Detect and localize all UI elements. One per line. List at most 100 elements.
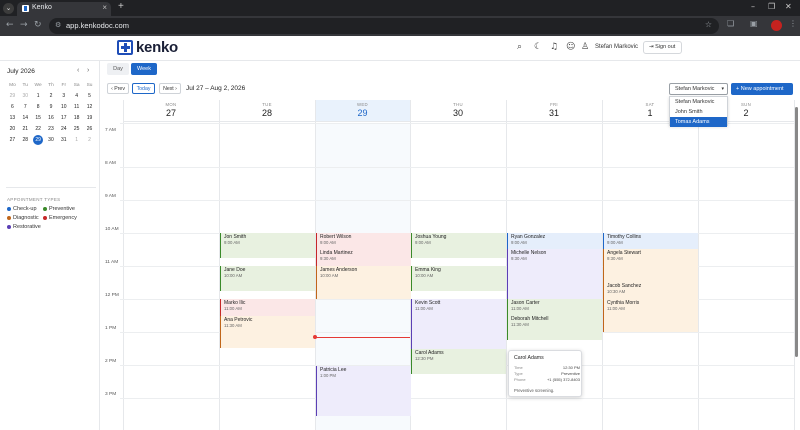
reload-icon[interactable]: ↻ [34, 20, 42, 30]
appointment-card[interactable]: Ana Petrovic 11:30 AM [220, 316, 315, 348]
mini-day[interactable]: 7 [19, 101, 32, 112]
today-button[interactable]: Today [132, 83, 155, 94]
bookmark-star-icon[interactable]: ☆ [705, 20, 712, 29]
day-header-wed[interactable]: WED 29 [315, 100, 410, 122]
vertical-scrollbar[interactable] [795, 107, 798, 357]
mini-day[interactable]: 5 [83, 90, 96, 101]
appointment-card[interactable]: Cynthia Morris 11:00 AM [603, 299, 698, 332]
appointment-card[interactable]: Linda Martinez 9:30 AM [316, 249, 411, 266]
doctor-select[interactable]: Stefan Markovic ▾ [669, 83, 728, 95]
users-icon[interactable]: ☺ [566, 42, 575, 52]
tab-close-icon[interactable]: × [102, 3, 107, 12]
appointment-card[interactable]: Patricia Lee 1:00 PM [316, 366, 411, 416]
type-legend-preventive: Preventive [43, 206, 75, 212]
appointment-card[interactable]: Kevin Scott 11:00 AM [411, 299, 506, 349]
user-name: Stefan Markovic [595, 44, 639, 50]
back-icon[interactable]: ← [6, 20, 14, 30]
mini-day-selected[interactable]: 29 [32, 134, 45, 145]
notifications-bell-icon[interactable]: ♫ [550, 42, 558, 52]
mini-day[interactable]: 25 [70, 123, 83, 134]
new-tab-icon[interactable]: + [118, 1, 124, 12]
week-view-button[interactable]: Week [131, 63, 157, 75]
day-view-button[interactable]: Day [107, 63, 129, 75]
appointment-card[interactable]: Ryan Gonzalez 9:00 AM [507, 233, 602, 249]
sign-out-button[interactable]: ⇥ Sign out [643, 41, 682, 54]
mini-day[interactable]: 18 [70, 112, 83, 123]
mini-day[interactable]: 2 [45, 90, 58, 101]
mini-day[interactable]: 22 [32, 123, 45, 134]
mini-day[interactable]: 31 [57, 134, 70, 145]
minimize-icon[interactable]: – [751, 2, 755, 11]
browser-tab[interactable]: Kenko × [17, 2, 111, 16]
mini-day[interactable]: 27 [6, 134, 19, 145]
mini-day[interactable]: 20 [6, 123, 19, 134]
prev-week-button[interactable]: ‹ Prev [107, 83, 129, 94]
mini-day[interactable]: 21 [19, 123, 32, 134]
doctor-option[interactable]: John Smith [670, 107, 727, 117]
search-icon[interactable]: ⌕ [517, 42, 522, 52]
mini-day[interactable]: 15 [32, 112, 45, 123]
tab-search-icon[interactable]: ⌄ [3, 3, 14, 14]
favicon-icon [22, 5, 29, 12]
dark-mode-icon[interactable]: ☾ [534, 42, 542, 52]
mini-day[interactable]: 12 [83, 101, 96, 112]
mini-calendar-prev-icon[interactable]: ‹ [77, 67, 79, 74]
mini-day[interactable]: 3 [57, 90, 70, 101]
window-close-icon[interactable]: ✕ [785, 2, 792, 11]
mini-calendar-next-icon[interactable]: › [87, 67, 89, 74]
day-header-thu[interactable]: THU 30 [410, 100, 506, 122]
profile-avatar[interactable] [771, 20, 782, 31]
appointment-card[interactable]: Joshua Young 9:00 AM [411, 233, 506, 258]
browser-menu-icon[interactable]: ⋮ [789, 19, 797, 28]
appointment-card[interactable]: Timothy Collins 9:00 AM [603, 233, 698, 249]
extensions-icon[interactable]: ❏ [727, 19, 734, 28]
mini-day[interactable]: 29 [6, 90, 19, 101]
mini-day[interactable]: 30 [19, 90, 32, 101]
next-week-button[interactable]: Next › [159, 83, 181, 94]
day-header-mon[interactable]: MON 27 [123, 100, 219, 122]
appointment-card[interactable]: Jacob Sanchez 10:30 AM [603, 282, 698, 299]
mini-day[interactable]: 30 [45, 134, 58, 145]
week-grid[interactable]: 7 AM 8 AM 9 AM 10 AM 11 AM 12 PM 1 PM 2 … [100, 100, 800, 430]
appointment-card[interactable]: Robert Wilson 9:00 AM [316, 233, 411, 249]
mini-day[interactable]: 16 [45, 112, 58, 123]
side-panel-icon[interactable]: ▣ [750, 19, 758, 28]
mini-day[interactable]: 23 [45, 123, 58, 134]
mini-day[interactable]: 1 [70, 134, 83, 145]
doctor-option-highlighted[interactable]: Tomas Adams [670, 117, 727, 127]
mini-day[interactable]: 26 [83, 123, 96, 134]
appointment-card[interactable]: Deborah Mitchell 11:30 AM [507, 315, 602, 340]
mini-day[interactable]: 13 [6, 112, 19, 123]
mini-day[interactable]: 11 [70, 101, 83, 112]
appointment-card[interactable]: Emma King 10:00 AM [411, 266, 506, 291]
mini-day[interactable]: 17 [57, 112, 70, 123]
mini-day[interactable]: 14 [19, 112, 32, 123]
mini-day[interactable]: 6 [6, 101, 19, 112]
mini-day[interactable]: 19 [83, 112, 96, 123]
site-info-icon[interactable]: ⚙ [55, 21, 61, 29]
doctor-option[interactable]: Stefan Markovic [670, 97, 727, 107]
day-header-tue[interactable]: TUE 28 [219, 100, 315, 122]
mini-day[interactable]: 24 [57, 123, 70, 134]
appointment-card[interactable]: Marko Ilic 11:00 AM [220, 299, 315, 316]
day-header-fri[interactable]: FRI 31 [506, 100, 602, 122]
mini-day[interactable]: 4 [70, 90, 83, 101]
appointment-card[interactable]: Jon Smith 9:00 AM [220, 233, 315, 258]
appointment-card[interactable]: Michelle Nelson 9:30 AM [507, 249, 602, 299]
mini-day[interactable]: 28 [19, 134, 32, 145]
maximize-icon[interactable]: ❐ [768, 2, 775, 11]
appointment-card[interactable]: Carol Adams 12:30 PM [411, 349, 506, 374]
appointment-card[interactable]: Jason Carter 11:00 AM [507, 299, 602, 315]
appointment-card[interactable]: James Anderson 10:00 AM [316, 266, 411, 299]
forward-icon[interactable]: → [20, 20, 28, 30]
user-icon[interactable]: ♙ [581, 42, 589, 52]
mini-day[interactable]: 9 [45, 101, 58, 112]
mini-day[interactable]: 2 [83, 134, 96, 145]
appointment-card[interactable]: Jane Doe 10:00 AM [220, 266, 315, 291]
mini-day[interactable]: 8 [32, 101, 45, 112]
new-appointment-button[interactable]: + New appointment [731, 83, 793, 95]
mini-day[interactable]: 1 [32, 90, 45, 101]
appointment-card[interactable]: Angela Stewart 9:30 AM [603, 249, 698, 282]
address-bar[interactable]: ⚙ app.kenkodoc.com ☆ [49, 18, 719, 34]
mini-day[interactable]: 10 [57, 101, 70, 112]
